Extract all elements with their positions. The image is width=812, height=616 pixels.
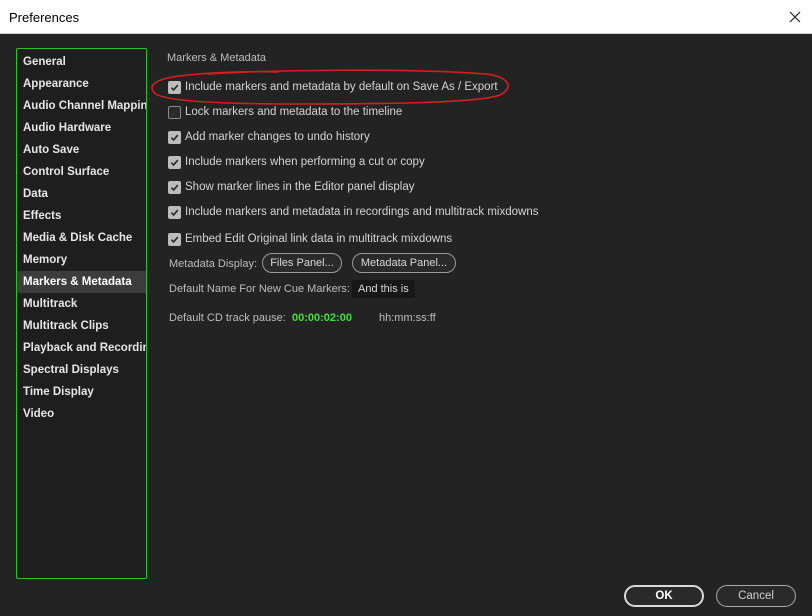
sidebar-item-spectral-displays[interactable]: Spectral Displays <box>17 359 146 381</box>
checkmark-icon <box>170 209 179 216</box>
sidebar-item-effects[interactable]: Effects <box>17 205 146 227</box>
section-title: Markers & Metadata <box>167 52 267 64</box>
checkbox[interactable] <box>168 80 181 94</box>
checkbox[interactable] <box>168 130 181 144</box>
checkbox[interactable] <box>168 180 181 194</box>
close-button[interactable] <box>778 0 812 34</box>
option-label: Lock markers and metadata to the timelin… <box>185 106 403 118</box>
checkmark-icon <box>170 159 179 166</box>
option-label: Add marker changes to undo history <box>185 131 370 143</box>
checkbox[interactable] <box>168 205 181 219</box>
option-row[interactable]: Embed Edit Original link data in multitr… <box>168 231 452 247</box>
cd-track-pause-value[interactable]: 00:00:02:00 <box>292 312 352 324</box>
sidebar-item-control-surface[interactable]: Control Surface <box>17 161 146 183</box>
sidebar-item-general[interactable]: General <box>17 51 146 73</box>
ok-button[interactable]: OK <box>624 585 704 607</box>
settings-panel: Markers & Metadata Include markers and m… <box>152 48 802 588</box>
sidebar-item-memory[interactable]: Memory <box>17 249 146 271</box>
sidebar-item-audio-channel-mapping[interactable]: Audio Channel Mapping <box>17 95 146 117</box>
sidebar-item-data[interactable]: Data <box>17 183 146 205</box>
option-label: Include markers when performing a cut or… <box>185 156 425 168</box>
option-row[interactable]: Include markers when performing a cut or… <box>168 154 425 170</box>
time-format-hint: hh:mm:ss:ff <box>379 312 436 324</box>
checkmark-icon <box>170 84 179 91</box>
option-label: Show marker lines in the Editor panel di… <box>185 181 415 193</box>
sidebar-item-auto-save[interactable]: Auto Save <box>17 139 146 161</box>
checkbox[interactable] <box>168 105 181 119</box>
close-icon <box>789 11 801 23</box>
window-title: Preferences <box>9 10 80 25</box>
option-row[interactable]: Include markers and metadata in recordin… <box>168 204 538 220</box>
checkmark-icon <box>170 236 179 243</box>
sidebar-item-multitrack[interactable]: Multitrack <box>17 293 146 315</box>
option-row[interactable]: Add marker changes to undo history <box>168 129 370 145</box>
preferences-category-list: General Appearance Audio Channel Mapping Au… <box>16 48 147 579</box>
cancel-button[interactable]: Cancel <box>716 585 796 607</box>
checkmark-icon <box>170 134 179 141</box>
checkmark-icon <box>170 184 179 191</box>
sidebar-item-appearance[interactable]: Appearance <box>17 73 146 95</box>
sidebar-item-playback-and-recording[interactable]: Playback and Recording <box>17 337 146 359</box>
cue-marker-name-label: Default Name For New Cue Markers: <box>169 283 350 295</box>
cd-track-pause-label: Default CD track pause: <box>169 312 286 324</box>
title-bar: Preferences <box>0 0 812 34</box>
sidebar-item-time-display[interactable]: Time Display <box>17 381 146 403</box>
files-panel-button[interactable]: Files Panel... <box>262 253 342 273</box>
sidebar-item-media-disk-cache[interactable]: Media & Disk Cache <box>17 227 146 249</box>
option-label: Include markers and metadata by default … <box>185 81 498 93</box>
checkbox[interactable] <box>168 155 181 169</box>
cue-marker-name-input[interactable]: And this is <box>352 280 415 298</box>
option-label: Include markers and metadata in recordin… <box>185 206 539 218</box>
metadata-display-label: Metadata Display: <box>169 258 258 270</box>
option-row[interactable]: Include markers and metadata by default … <box>168 79 498 95</box>
sidebar-item-audio-hardware[interactable]: Audio Hardware <box>17 117 146 139</box>
option-row[interactable]: Lock markers and metadata to the timelin… <box>168 104 402 120</box>
sidebar-item-multitrack-clips[interactable]: Multitrack Clips <box>17 315 146 337</box>
checkbox[interactable] <box>168 232 181 246</box>
sidebar-item-video[interactable]: Video <box>17 403 146 425</box>
metadata-panel-button[interactable]: Metadata Panel... <box>352 253 456 273</box>
option-row[interactable]: Show marker lines in the Editor panel di… <box>168 179 414 195</box>
sidebar-item-markers-metadata[interactable]: Markers & Metadata <box>17 271 146 293</box>
option-label: Embed Edit Original link data in multitr… <box>185 233 453 245</box>
